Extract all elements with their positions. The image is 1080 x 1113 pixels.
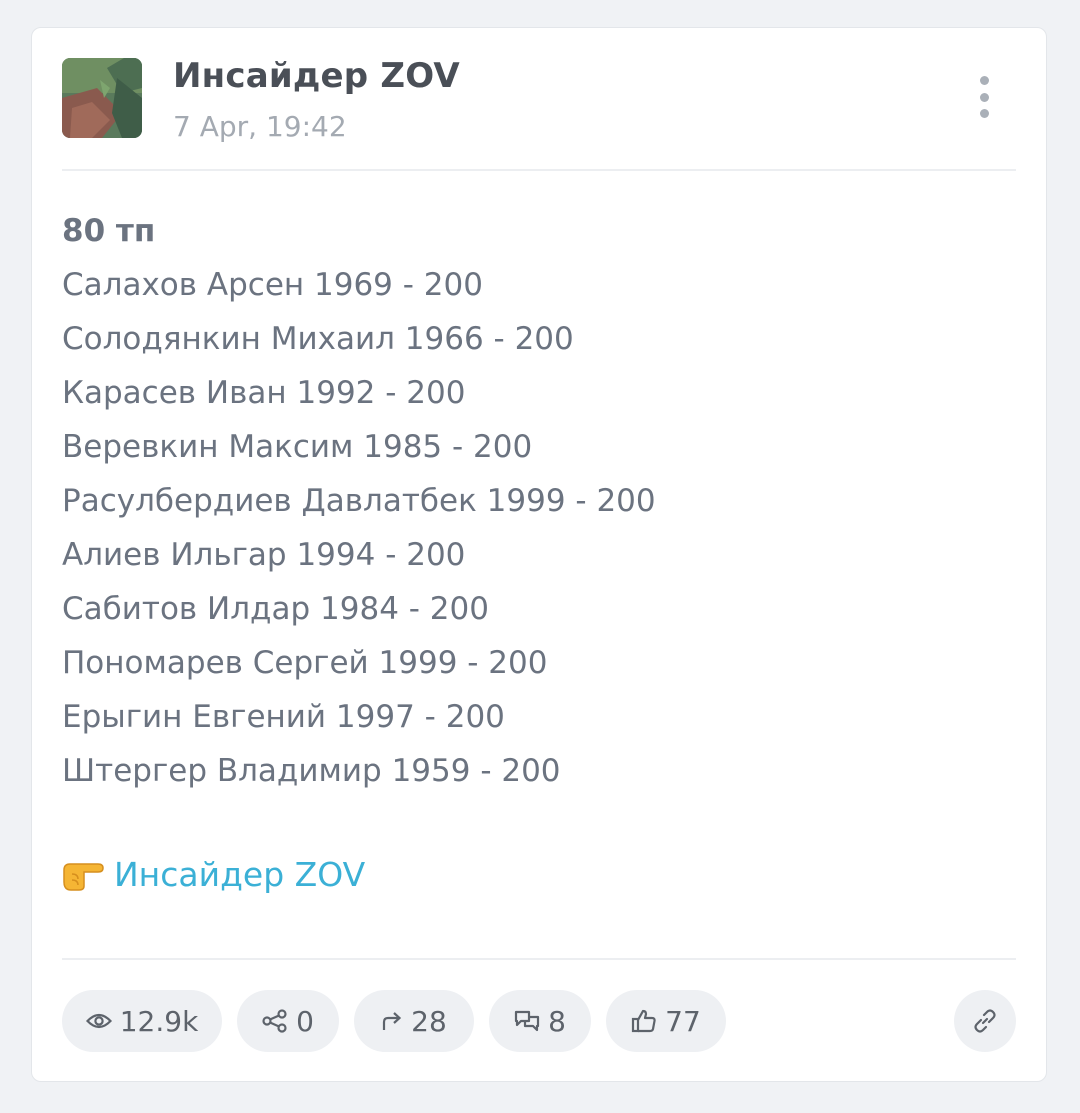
comments-button[interactable]: 8 [489, 990, 591, 1052]
signature-channel-link[interactable]: Инсайдер ZOV [114, 855, 365, 894]
shares-count: 0 [296, 1004, 314, 1038]
views-count: 12.9k [119, 1004, 199, 1038]
pointing-hand-icon [62, 854, 106, 891]
more-dot [979, 109, 989, 118]
channel-name[interactable]: Инсайдер ZOV [173, 56, 460, 96]
channel-avatar[interactable] [62, 58, 142, 138]
share-icon [262, 1009, 287, 1033]
likes-count: 77 [665, 1004, 701, 1038]
footer-divider [62, 958, 1016, 960]
header-divider [62, 169, 1016, 171]
forward-icon [383, 1012, 402, 1030]
forward-button[interactable]: 28 [354, 990, 474, 1052]
share-button[interactable]: 0 [237, 990, 339, 1052]
post-line: Пономарев Сергей 1999 - 200 [62, 645, 548, 681]
copy-link-button[interactable] [954, 990, 1016, 1052]
post-title: 80 тп [62, 213, 156, 249]
forwards-count: 28 [411, 1004, 447, 1038]
post-card: Инсайдер ZOV 7 Apr, 19:42 80 тп Салахов … [31, 27, 1047, 1082]
more-options-button[interactable] [972, 76, 996, 118]
post-footer: 12.9k 0 28 8 77 [62, 990, 1016, 1054]
eye-icon [85, 1013, 112, 1029]
views-counter[interactable]: 12.9k [62, 990, 222, 1052]
post-line: Расулбердиев Давлатбек 1999 - 200 [62, 483, 656, 519]
comments-icon [514, 1010, 540, 1032]
link-icon [974, 1009, 996, 1033]
post-date: 7 Apr, 19:42 [173, 110, 347, 143]
post-line: Сабитов Илдар 1984 - 200 [62, 591, 489, 627]
comments-count: 8 [548, 1004, 566, 1038]
more-dot [979, 76, 989, 85]
thumbs-up-icon [632, 1009, 656, 1033]
post-line: Салахов Арсен 1969 - 200 [62, 267, 483, 303]
post-line: Алиев Ильгар 1994 - 200 [62, 537, 466, 573]
post-body: 80 тп Салахов Арсен 1969 - 200 Солодянки… [62, 204, 1012, 798]
more-dot [979, 92, 989, 102]
post-line: Ерыгин Евгений 1997 - 200 [62, 699, 505, 735]
post-line: Карасев Иван 1992 - 200 [62, 375, 466, 411]
post-line: Штергер Владимир 1959 - 200 [62, 753, 561, 789]
like-button[interactable]: 77 [606, 990, 726, 1052]
post-line: Веревкин Максим 1985 - 200 [62, 429, 533, 465]
post-line: Солодянкин Михаил 1966 - 200 [62, 321, 574, 357]
post-signature: Инсайдер ZOV [62, 848, 365, 902]
